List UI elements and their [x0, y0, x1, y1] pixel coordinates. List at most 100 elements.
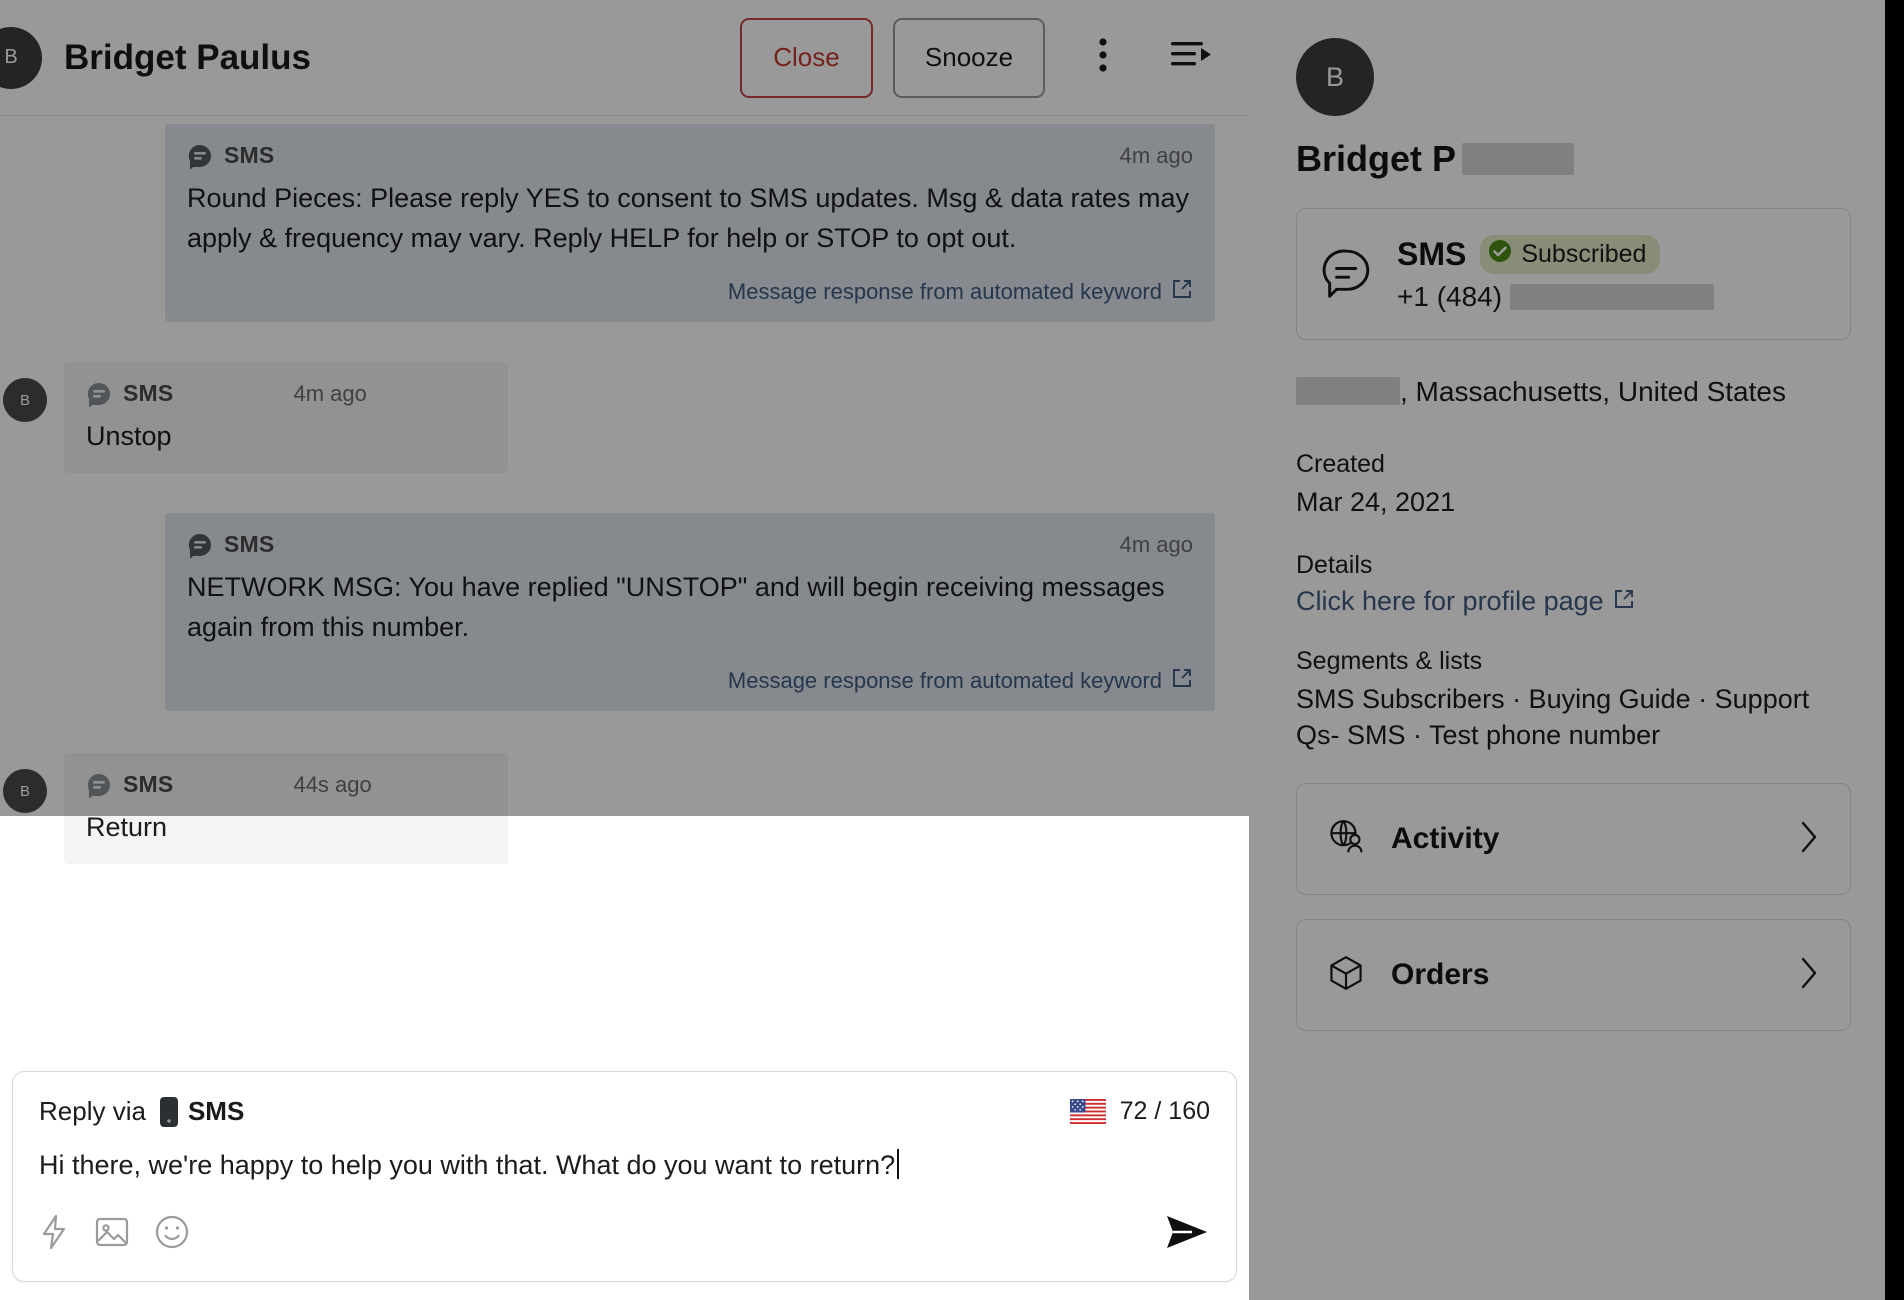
chevron-right-icon [1798, 956, 1820, 995]
send-button[interactable] [1164, 1213, 1210, 1251]
orders-box-icon [1327, 954, 1365, 997]
status-badge: Subscribed [1480, 235, 1661, 274]
message-meta: SMS 4m ago [187, 142, 1193, 169]
avatar: B [3, 378, 47, 423]
avatar: B [3, 769, 47, 814]
message-source-label: Message response from automated keyword [727, 279, 1162, 305]
composer-container: Reply via SMS 72 / 160 Hi there, we're h… [0, 1061, 1249, 1300]
kebab-menu-icon [1099, 38, 1107, 77]
sms-bubble-icon [187, 532, 213, 558]
message-row: SMS 4m ago NETWORK MSG: You have replied… [0, 513, 1249, 712]
message-bubble-inbound: SMS 4m ago Unstop [64, 362, 508, 474]
message-meta: SMS 4m ago [86, 380, 486, 407]
contact-channel-card: SMS Subscribed +1 (484) [1296, 208, 1851, 340]
contact-phone: +1 (484) [1397, 281, 1715, 313]
message-timestamp: 4m ago [293, 380, 367, 406]
message-list: SMS 4m ago Round Pieces: Please reply YE… [0, 116, 1249, 1061]
details-section: Details Click here for profile page [1296, 551, 1851, 617]
activity-globe-person-icon [1327, 818, 1365, 861]
composer-counter-group: 72 / 160 [1069, 1097, 1210, 1126]
scrim-right-edge [1885, 0, 1904, 1300]
redaction-block [1510, 284, 1715, 310]
phone-icon [159, 1096, 178, 1127]
channel-name: SMS [1397, 236, 1467, 272]
orders-card[interactable]: Orders [1296, 919, 1851, 1032]
contact-details-panel: B Bridget P SMS Subscribed +1 (484) , Ma… [1262, 0, 1885, 1300]
sms-bubble-icon [86, 772, 112, 798]
chevron-right-icon [1798, 820, 1820, 859]
message-row: SMS 4m ago Round Pieces: Please reply YE… [0, 124, 1249, 323]
app-root: B Bridget Paulus Close Snooze SMS 4m ago… [0, 0, 1904, 1300]
message-timestamp: 4m ago [1119, 531, 1193, 557]
message-source-link[interactable]: Message response from automated keyword [187, 278, 1193, 306]
message-meta: SMS 44s ago [86, 771, 486, 798]
segments-section: Segments & lists SMS Subscribers · Buyin… [1296, 647, 1851, 753]
message-bubble-outbound: SMS 4m ago NETWORK MSG: You have replied… [165, 513, 1215, 712]
created-section: Created Mar 24, 2021 [1296, 450, 1851, 521]
composer-toolbar [13, 1193, 1236, 1281]
contact-phone-text: +1 (484) [1397, 281, 1503, 312]
quick-reply-icon[interactable] [39, 1214, 69, 1250]
message-source-label: Message response from automated keyword [727, 668, 1162, 694]
us-flag-icon [1069, 1099, 1106, 1124]
status-badge-label: Subscribed [1521, 240, 1647, 268]
message-row: B SMS 44s ago Return [0, 753, 1249, 865]
segments-value: SMS Subscribers · Buying Guide · Support… [1296, 684, 1810, 750]
activity-card-label: Activity [1391, 822, 1500, 856]
message-bubble-inbound: SMS 44s ago Return [64, 753, 508, 865]
message-row: B SMS 4m ago Unstop [0, 362, 1249, 474]
check-circle-icon [1488, 239, 1512, 270]
sms-bubble-icon [86, 381, 112, 407]
created-label: Created [1296, 450, 1385, 479]
message-channel-label: SMS [224, 531, 275, 558]
created-value: Mar 24, 2021 [1296, 487, 1456, 518]
move-to-queue-button[interactable] [1161, 28, 1221, 88]
sms-bubble-icon [187, 143, 213, 169]
message-source-link[interactable]: Message response from automated keyword [187, 667, 1193, 695]
activity-card[interactable]: Activity [1296, 783, 1851, 896]
profile-page-link-label: Click here for profile page [1296, 586, 1604, 617]
header-actions: Close Snooze [740, 17, 1221, 98]
avatar: B [1296, 38, 1374, 116]
reply-composer: Reply via SMS 72 / 160 Hi there, we're h… [12, 1071, 1237, 1282]
reply-channel-label[interactable]: SMS [188, 1096, 244, 1127]
more-options-button[interactable] [1073, 28, 1133, 88]
message-text: Unstop [86, 421, 172, 452]
message-timestamp: 4m ago [1119, 142, 1193, 168]
sms-bubble-icon [1321, 246, 1373, 303]
contact-name-text: Bridget P [1296, 138, 1457, 179]
emoji-picker-icon[interactable] [155, 1215, 189, 1249]
move-to-queue-icon [1170, 39, 1212, 76]
reply-input[interactable]: Hi there, we're happy to help you with t… [13, 1135, 1236, 1193]
contact-location-text: , Massachusetts, United States [1400, 376, 1786, 407]
snooze-button[interactable]: Snooze [893, 17, 1045, 98]
reply-input-text: Hi there, we're happy to help you with t… [39, 1150, 896, 1180]
details-label: Details [1296, 551, 1373, 580]
text-caret [897, 1149, 900, 1179]
message-meta: SMS 4m ago [187, 531, 1193, 558]
character-counter: 72 / 160 [1119, 1097, 1210, 1125]
reply-via-label: Reply via [39, 1096, 146, 1126]
orders-card-label: Orders [1391, 958, 1490, 992]
avatar: B [0, 26, 42, 89]
external-link-icon [1613, 586, 1635, 617]
channel-card-text: SMS Subscribed +1 (484) [1397, 235, 1715, 313]
close-button[interactable]: Close [740, 17, 873, 98]
contact-name: Bridget P [1296, 138, 1851, 180]
profile-page-link[interactable]: Click here for profile page [1296, 586, 1635, 617]
message-text: Return [86, 812, 168, 843]
redaction-block [1462, 143, 1575, 175]
message-channel-label: SMS [123, 380, 174, 407]
message-timestamp: 44s ago [293, 771, 372, 797]
page-title: Bridget Paulus [64, 37, 311, 77]
external-link-icon [1171, 278, 1193, 306]
image-attach-icon[interactable] [95, 1215, 129, 1249]
conversation-header: B Bridget Paulus Close Snooze [0, 0, 1249, 116]
external-link-icon [1171, 667, 1193, 695]
redaction-block [1296, 377, 1400, 405]
contact-location: , Massachusetts, United States [1296, 374, 1851, 410]
composer-header: Reply via SMS 72 / 160 [13, 1072, 1236, 1135]
message-channel-label: SMS [224, 142, 275, 168]
conversation-column: B Bridget Paulus Close Snooze SMS 4m ago… [0, 0, 1249, 1300]
channel-card-title-row: SMS Subscribed [1397, 235, 1714, 274]
